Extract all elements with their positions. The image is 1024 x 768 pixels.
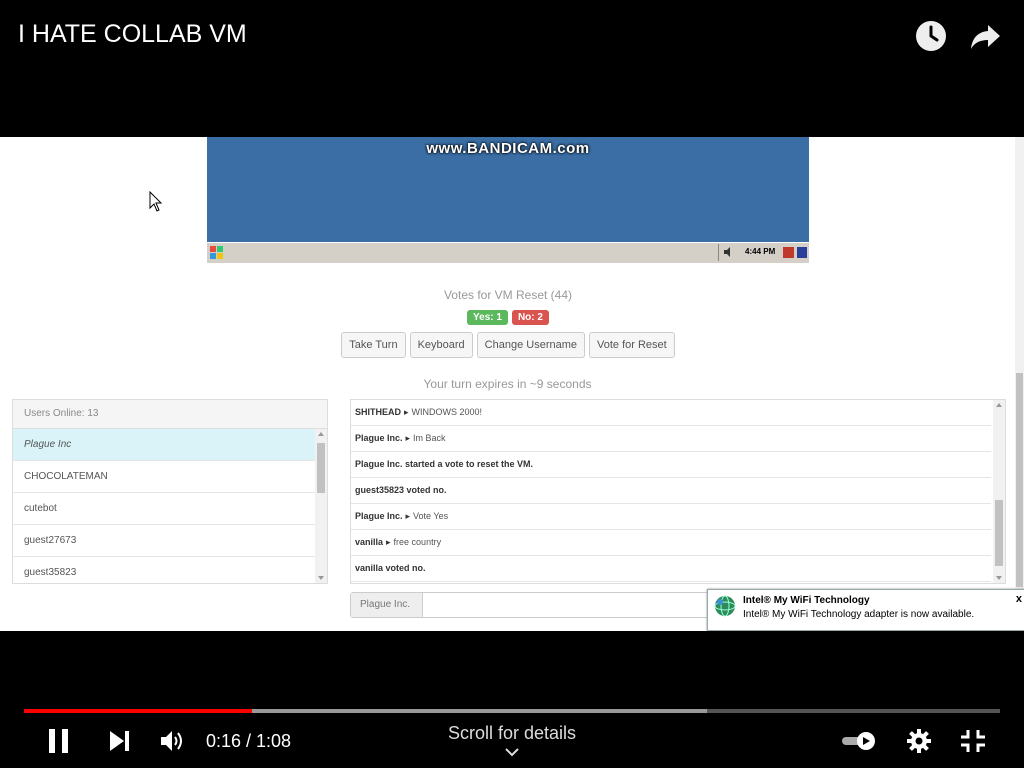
chat-system-message: Plague Inc. started a vote to reset the … [355, 459, 534, 469]
chat-input[interactable]: Plague Inc. [350, 592, 732, 618]
chat-message: vanilla ▸ free country [351, 530, 991, 556]
chat-username: vanilla [355, 537, 384, 547]
scroll-for-details[interactable]: Scroll for details [412, 723, 612, 744]
keyboard-button[interactable]: Keyboard [409, 332, 473, 358]
chat-text: Im Back [413, 433, 446, 443]
chat-scroll-thumb[interactable] [995, 500, 1003, 566]
chat-system-message: guest35823 voted no. [355, 485, 447, 495]
scroll-down-icon[interactable] [318, 576, 324, 580]
pause-icon[interactable] [48, 729, 70, 753]
users-panel: Users Online: 13 Plague Inc CHOCOLATEMAN… [12, 399, 328, 584]
player-controls: 0:16 / 1:08 Scroll for details [0, 631, 1024, 768]
vm-clock: 4:44 PM [745, 247, 776, 256]
chat-text: Vote Yes [413, 511, 449, 521]
system-tray: 4:44 PM [718, 244, 809, 261]
scroll-up-icon[interactable] [318, 432, 324, 436]
vote-no-badge: No: 2 [511, 310, 549, 325]
chevron-down-icon[interactable] [504, 747, 520, 757]
chat-separator: ▸ [404, 407, 409, 417]
vote-reset-title: Votes for VM Reset (44) [443, 288, 573, 302]
users-online-header: Users Online: 13 [13, 400, 327, 429]
notification-body: Intel® My WiFi Technology adapter is now… [743, 609, 975, 620]
chat-message: vanilla voted no. [351, 556, 991, 582]
chat-message: guest35823 voted no. [351, 478, 991, 504]
network-tray-icon[interactable] [783, 247, 794, 258]
next-icon[interactable] [109, 731, 131, 751]
time-display: 0:16 / 1:08 [206, 731, 292, 751]
progress-bar[interactable] [24, 709, 1000, 713]
chat-username: Plague Inc. [355, 433, 403, 443]
gear-icon[interactable] [906, 728, 932, 754]
vm-screen[interactable]: www.BANDICAM.com 4:44 PM [207, 137, 809, 263]
windows-start-icon[interactable] [210, 246, 223, 259]
vm-button-row: Take Turn Keyboard Change Username Vote … [207, 332, 809, 358]
chat-text: free country [393, 537, 442, 547]
volume-icon[interactable] [160, 730, 186, 752]
chat-separator: ▸ [405, 511, 411, 521]
chat-username: Plague Inc. [355, 511, 403, 521]
scroll-down-icon[interactable] [996, 576, 1002, 580]
change-username-button[interactable]: Change Username [476, 332, 586, 358]
speaker-tray-icon[interactable] [723, 247, 733, 257]
wifi-globe-icon [714, 595, 736, 617]
user-item[interactable]: CHOCOLATEMAN [13, 461, 315, 493]
mouse-cursor-icon [149, 191, 163, 212]
user-item[interactable]: guest27673 [13, 525, 315, 557]
chat-username-label: Plague Inc. [351, 593, 423, 617]
chat-message: Plague Inc. ▸ Vote Yes [351, 504, 991, 530]
clock-icon[interactable] [914, 19, 948, 53]
chat-username: SHITHEAD [355, 407, 402, 417]
notification-title: Intel® My WiFi Technology [743, 595, 870, 606]
chat-message: SHITHEAD ▸ WINDOWS 2000! [351, 400, 991, 426]
share-icon[interactable] [968, 19, 1002, 53]
scroll-up-icon[interactable] [996, 403, 1002, 407]
vm-taskbar: 4:44 PM [207, 242, 809, 263]
progress-played [24, 709, 252, 713]
user-item[interactable]: guest35823 [13, 557, 315, 583]
vote-reset-button[interactable]: Vote for Reset [589, 332, 675, 358]
users-list: Plague Inc CHOCOLATEMAN cutebot guest276… [13, 429, 315, 583]
page-scroll-thumb[interactable] [1016, 373, 1023, 587]
turn-timer-text: Your turn expires in ~9 seconds [423, 377, 592, 391]
video-title[interactable]: I HATE COLLAB VM [18, 20, 247, 49]
chat-message: Plague Inc. ▸ Im Back [351, 426, 991, 452]
video-frame: www.BANDICAM.com 4:44 PM Votes for VM Re… [0, 137, 1024, 631]
user-item[interactable]: Plague Inc [13, 429, 315, 461]
chat-message: Plague Inc. started a vote to reset the … [351, 452, 991, 478]
chat-text: WINDOWS 2000! [411, 407, 483, 417]
bandicam-watermark: www.BANDICAM.com [426, 140, 590, 157]
notification-close-button[interactable]: x [1016, 593, 1022, 605]
player-top-bar: I HATE COLLAB VM [0, 0, 1024, 137]
wifi-notification[interactable]: Intel® My WiFi Technology Intel® My WiFi… [707, 589, 1024, 631]
autoplay-toggle-icon[interactable] [842, 731, 878, 751]
user-item[interactable]: cutebot [13, 493, 315, 525]
vote-yes-badge: Yes: 1 [467, 310, 508, 325]
vote-badges: Yes: 1 No: 2 [207, 310, 809, 325]
take-turn-button[interactable]: Take Turn [341, 332, 406, 358]
chat-system-message: vanilla voted no. [355, 563, 426, 573]
chat-list: SHITHEAD ▸ WINDOWS 2000! Plague Inc. ▸ Im Ba… [351, 400, 991, 583]
chat-panel: SHITHEAD ▸ WINDOWS 2000! Plague Inc. ▸ Im Ba… [350, 399, 1006, 584]
users-scroll-thumb[interactable] [317, 443, 325, 493]
users-scrollbar[interactable] [315, 429, 327, 583]
monitor-tray-icon[interactable] [797, 247, 807, 258]
chat-separator: ▸ [405, 433, 411, 443]
page-scrollbar[interactable] [1015, 137, 1024, 597]
chat-scrollbar[interactable] [993, 400, 1005, 583]
exit-fullscreen-icon[interactable] [960, 729, 986, 753]
chat-separator: ▸ [386, 537, 391, 547]
